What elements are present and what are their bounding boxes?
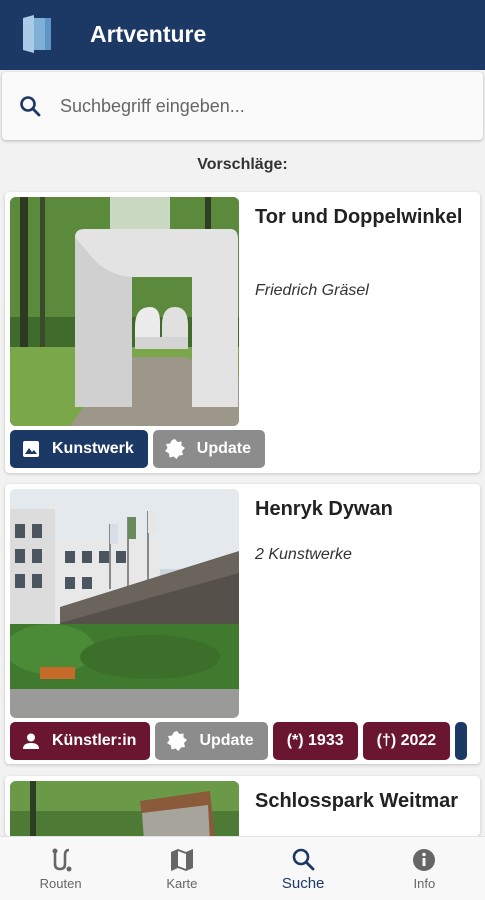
chip-label: Kunstwerk [52, 440, 134, 457]
result-card-artwork[interactable]: Tor und Doppelwinkel Friedrich Gräsel Ku… [5, 192, 480, 473]
update-badge-icon [164, 439, 185, 459]
card-title: Tor und Doppelwinkel [255, 206, 463, 228]
result-card-artist[interactable]: Henryk Dywan 2 Kunstwerke Künstler:in Up… [5, 484, 480, 764]
artist-image [10, 489, 239, 718]
nav-item-routen[interactable]: Routen [0, 837, 121, 900]
card-artwork-count: 2 Kunstwerke [255, 546, 352, 563]
nav-item-suche[interactable]: Suche [243, 837, 364, 900]
birth-year-chip[interactable]: (*) 1933 [272, 722, 358, 760]
person-icon [23, 733, 39, 749]
chip-label: (*) 1933 [286, 732, 344, 749]
image-icon [23, 441, 39, 457]
chip-label: Update [196, 440, 252, 457]
artwork-type-chip[interactable]: Kunstwerk [10, 430, 148, 468]
chip-row: Künstler:in Update (*) 1933 (†) 2022 [10, 722, 468, 760]
suggestions-heading: Vorschläge: [197, 156, 288, 173]
card-title: Schlosspark Weitmar [255, 790, 459, 812]
artwork-image [10, 197, 239, 426]
update-chip[interactable]: Update [152, 430, 266, 468]
chip-label: Künstler:in [52, 732, 137, 749]
result-card-location[interactable]: Schlosspark Weitmar [5, 776, 480, 836]
nav-label: Karte [166, 875, 198, 891]
artist-type-chip[interactable]: Künstler:in [10, 722, 151, 760]
chip-label: Update [199, 732, 254, 749]
door-logo-icon [23, 15, 51, 53]
nav-label: Routen [39, 875, 82, 891]
search-icon [292, 848, 315, 870]
info-icon [413, 848, 436, 871]
search-input[interactable] [60, 88, 460, 124]
app-bar: Artventure [0, 0, 485, 70]
nav-label: Suche [281, 874, 325, 892]
death-year-chip[interactable]: (†) 2022 [362, 722, 451, 760]
location-image [10, 781, 239, 836]
card-title: Henryk Dywan [255, 498, 393, 520]
map-icon [170, 848, 193, 871]
chip-label: (†) 2022 [376, 732, 437, 749]
nav-item-info[interactable]: Info [364, 837, 485, 900]
card-artist: Friedrich Gräsel [255, 282, 369, 299]
route-icon [52, 848, 72, 871]
nav-item-karte[interactable]: Karte [121, 837, 242, 900]
search-bar[interactable] [2, 72, 483, 140]
update-chip[interactable]: Update [155, 722, 268, 760]
bottom-navigation: Routen Karte Suche Info [0, 836, 485, 900]
search-icon [20, 96, 41, 117]
nav-label: Info [413, 875, 436, 891]
chip-row: Kunstwerk Update [10, 430, 266, 468]
more-chip[interactable] [455, 722, 468, 760]
app-title: Artventure [90, 21, 207, 47]
update-badge-icon [167, 731, 188, 751]
